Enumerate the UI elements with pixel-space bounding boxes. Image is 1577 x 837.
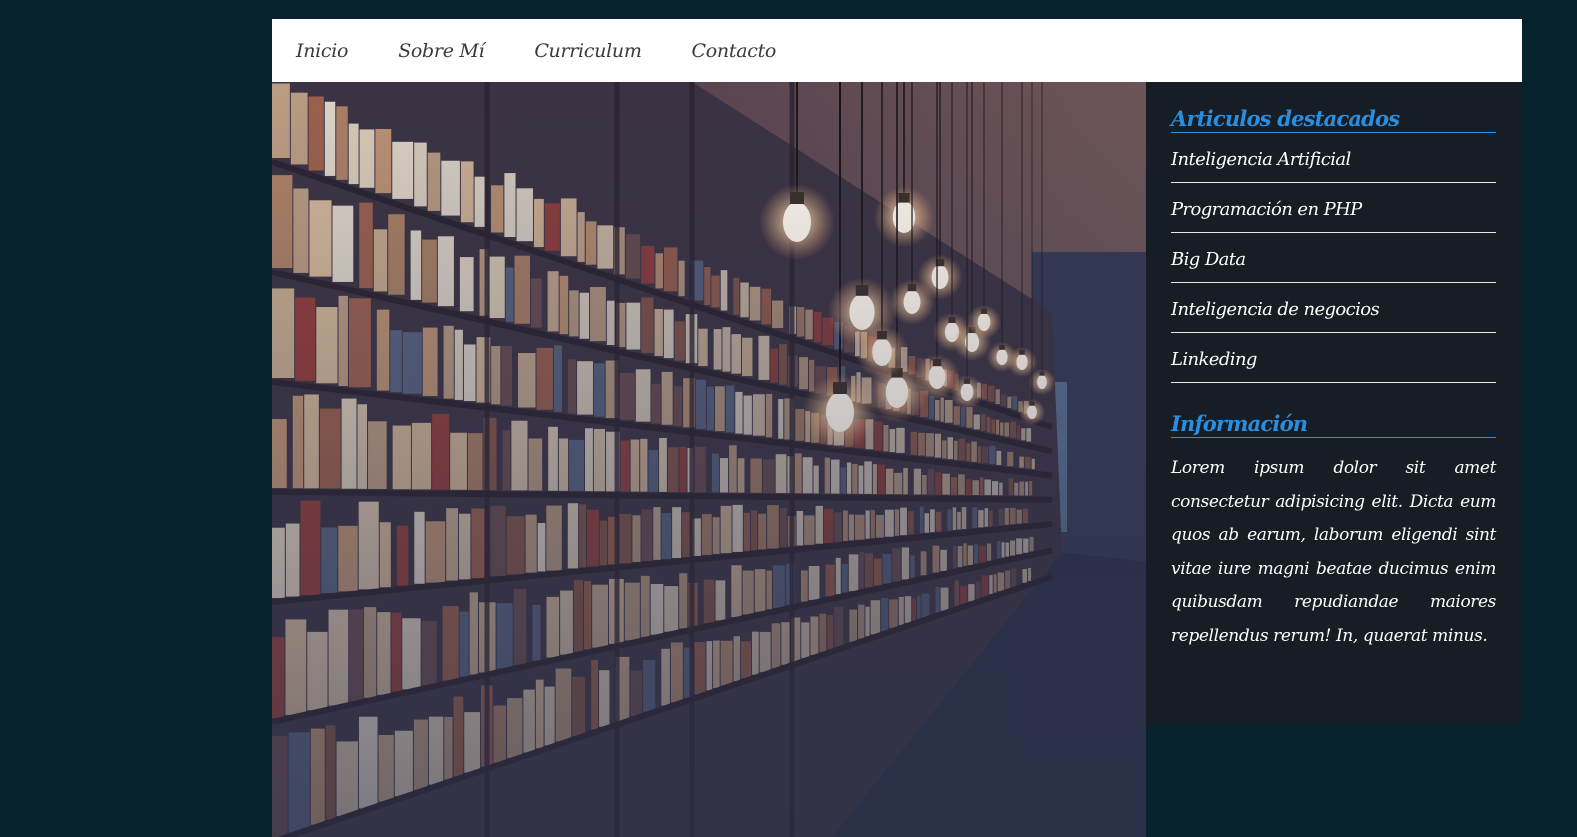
article-link-ia[interactable]: Inteligencia Artificial — [1171, 149, 1351, 170]
sidebar: Articulos destacados Inteligencia Artifi… — [1146, 82, 1522, 725]
article-item: Big Data — [1171, 233, 1496, 283]
featured-articles-title: Articulos destacados — [1171, 106, 1496, 133]
hero-image — [272, 82, 1146, 837]
nav-link-curriculum[interactable]: Curriculum — [534, 40, 642, 62]
article-item: Inteligencia Artificial — [1171, 133, 1496, 183]
nav-link-sobre-mi[interactable]: Sobre Mí — [398, 40, 484, 62]
article-link-linkeding[interactable]: Linkeding — [1171, 349, 1257, 370]
info-title: Información — [1171, 411, 1496, 438]
article-item: Inteligencia de negocios — [1171, 283, 1496, 333]
nav-link-inicio[interactable]: Inicio — [296, 40, 348, 62]
article-link-php[interactable]: Programación en PHP — [1171, 199, 1362, 220]
article-item: Linkeding — [1171, 333, 1496, 383]
article-link-bi[interactable]: Inteligencia de negocios — [1171, 299, 1380, 320]
nav-link-contacto[interactable]: Contacto — [692, 40, 777, 62]
article-item: Programación en PHP — [1171, 183, 1496, 233]
info-text: Lorem ipsum dolor sit amet consectetur a… — [1171, 458, 1496, 646]
library-illustration — [272, 82, 1146, 837]
article-link-big-data[interactable]: Big Data — [1171, 249, 1246, 270]
featured-articles-list: Inteligencia Artificial Programación en … — [1171, 133, 1496, 383]
page-container: Inicio Sobre Mí Curriculum Contacto Arti… — [272, 19, 1522, 837]
top-navbar: Inicio Sobre Mí Curriculum Contacto — [272, 19, 1522, 82]
